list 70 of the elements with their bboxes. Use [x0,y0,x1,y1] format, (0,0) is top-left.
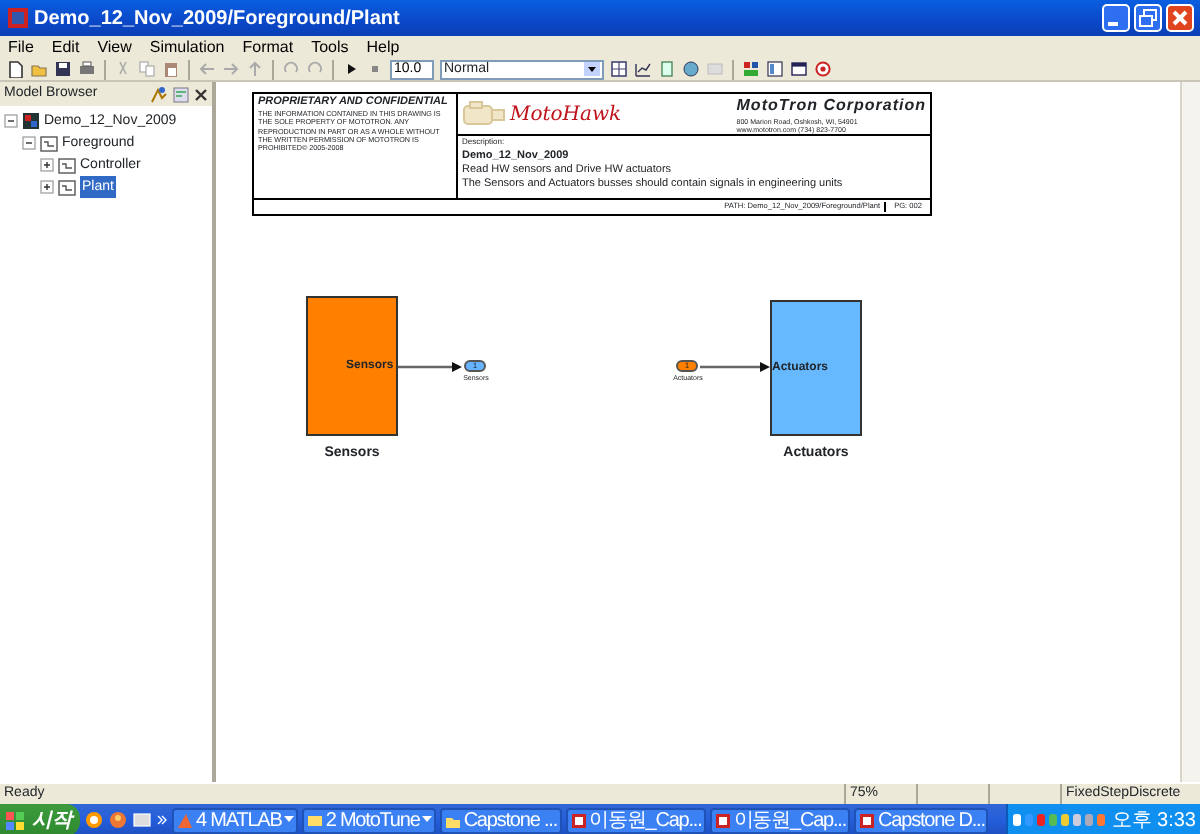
quick-launch-icon[interactable] [84,810,104,830]
toolbar-separator [270,59,276,79]
print-icon[interactable] [78,60,96,78]
menu-item[interactable]: View [97,36,132,58]
play-icon[interactable] [342,60,360,78]
document-icon[interactable] [658,60,676,78]
caret-icon [283,816,294,824]
app-icon [6,6,30,30]
stop-icon[interactable] [366,60,384,78]
windows-flag-icon [4,809,26,831]
clock: 오후 3:33 [1111,807,1196,834]
taskbar-button[interactable]: Capstone ... [439,807,562,833]
subsystem-block[interactable] [770,300,862,436]
expand-toggle-icon[interactable] [40,180,54,194]
expand-toggle-icon[interactable] [40,158,54,172]
menu-item[interactable]: Help [366,36,400,58]
vertical-scrollbar[interactable] [1180,82,1200,782]
taskbar-button[interactable]: 이동원_Cap... [709,807,851,833]
library-icon[interactable] [742,60,760,78]
signal-line [398,359,464,373]
app-icon [858,811,877,829]
close-icon[interactable] [194,87,208,101]
toolbar-separator [330,59,336,79]
quick-launch-icon[interactable] [132,810,152,830]
save-icon[interactable] [54,60,72,78]
debug-icon[interactable] [814,60,832,78]
taskbar-button[interactable]: 이동원_Cap... [565,807,706,833]
logo-text: MotoHawk [510,101,622,129]
expand-toggle-icon[interactable] [4,114,18,128]
window-title: Demo_12_Nov_2009/Foreground/Plant [34,5,402,33]
menu-item[interactable]: Tools [311,36,349,58]
toolbar-separator [730,59,736,79]
taskbar-button[interactable]: Capstone D... [854,807,989,833]
app-icon [713,811,732,829]
signal-line [700,359,772,373]
grid-icon[interactable] [610,60,628,78]
start-button[interactable]: 시작 [0,804,80,834]
chart-icon[interactable] [634,60,652,78]
expand-toggle-icon[interactable] [22,136,36,150]
subsystem-icon [58,157,76,173]
quick-launch-icon[interactable] [108,810,128,830]
engine-logo-icon [462,100,506,128]
caret-icon [584,62,600,76]
menu-item[interactable]: Simulation [149,36,225,58]
minimize-icon[interactable] [1102,4,1130,32]
open-folder-icon[interactable] [30,60,48,78]
app-icon [305,811,324,829]
restore-icon[interactable] [1134,4,1162,32]
caret-icon [421,816,432,824]
taskbar-button[interactable]: 4 MATLAB [172,807,298,833]
app-icon [569,811,588,829]
globe-icon[interactable] [682,60,700,78]
taskbar-button[interactable]: 2 MotoTune [301,807,436,833]
company-name: MotoTron Corporation [736,94,926,118]
new-file-icon[interactable] [6,60,24,78]
overflow-chevron-icon[interactable] [156,810,168,830]
menu-item[interactable]: Format [242,36,294,58]
model-tree-icon[interactable] [150,85,168,103]
toolbar-separator [102,59,108,79]
subsystem-icon [40,135,58,151]
subsystem-block[interactable] [306,296,398,436]
model-icon [22,112,40,130]
window-icon[interactable] [790,60,808,78]
explorer-icon[interactable] [766,60,784,78]
menu-item[interactable]: File [8,36,34,58]
app-icon [176,811,194,829]
subsystem-icon [58,179,76,195]
menu-item[interactable]: Edit [51,36,80,58]
toolbar-separator [186,59,192,79]
paste-icon[interactable] [162,60,180,78]
